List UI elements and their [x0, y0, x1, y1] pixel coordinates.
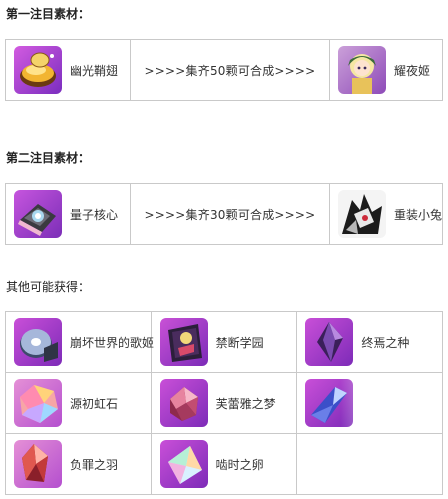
section-3-title: 其他可能获得：: [6, 280, 91, 294]
item-cell: 负罪之羽: [6, 440, 151, 488]
quantum-core-icon: [14, 190, 62, 238]
result-item-label: 重装小兔: [394, 207, 443, 222]
source-item-label: 量子核心: [70, 207, 119, 222]
item-label: 啮时之卵: [215, 457, 264, 472]
empty-cell: [296, 433, 443, 495]
item-cell: 芙蕾雅之梦: [152, 379, 297, 427]
source-item-label: 幽光鞘翅: [70, 63, 119, 78]
yaoyeji-character-icon: [338, 46, 386, 94]
prism-crystal-icon: [159, 440, 208, 488]
item-label: 禁断学园: [215, 335, 264, 350]
item-label: 芙蕾雅之梦: [215, 396, 276, 411]
result-item-label: 耀夜姬: [394, 63, 431, 78]
pink-gem-icon: [159, 379, 208, 427]
item-cell: 啮时之卵: [152, 440, 297, 488]
combine-arrow-text: >>>>集齐50颗可合成>>>>: [130, 39, 330, 101]
item-label: 终焉之种: [361, 335, 410, 350]
heavy-bunny-mech-icon: [338, 190, 386, 238]
item-label: 崩坏世界的歌姬: [70, 335, 155, 350]
watermark-fade: [297, 373, 442, 433]
combine-arrow-text: >>>>集齐30颗可合成>>>>: [130, 183, 330, 245]
red-crystal-icon: [14, 440, 62, 488]
other-items-grid: 崩坏世界的歌姬 禁断学园 终焉之种 源初虹石 芙蕾雅之梦 负罪之羽 啮时之卵: [5, 311, 443, 495]
item-cell: 崩坏世界的歌姬: [6, 318, 155, 366]
section-2-table: 量子核心 >>>>集齐30颗可合成>>>> 重装小兔: [5, 183, 443, 245]
item-cell: 终焉之种: [297, 318, 442, 366]
item-cell: 禁断学园: [152, 318, 297, 366]
section-2-title: 第二注目素材：: [6, 151, 91, 165]
disc-icon: [14, 318, 62, 366]
section-1-title: 第一注目素材：: [6, 7, 91, 21]
item-label: 负罪之羽: [70, 457, 119, 472]
item-label: 源初虹石: [70, 396, 119, 411]
item-cell: 源初虹石: [6, 379, 151, 427]
purple-crystal-icon: [305, 318, 354, 366]
forbidden-academy-icon: [159, 318, 208, 366]
golden-beetle-shell-icon: [14, 46, 62, 94]
rainbow-stone-icon: [14, 379, 62, 427]
section-1-table: 幽光鞘翅 >>>>集齐50颗可合成>>>> 耀夜姬: [5, 39, 443, 101]
